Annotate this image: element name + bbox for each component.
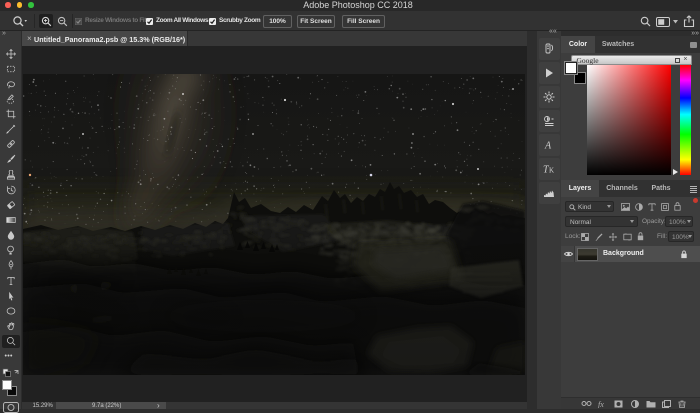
svg-text:K: K: [549, 167, 554, 175]
svg-text:A: A: [544, 141, 552, 152]
svg-text:fx: fx: [598, 400, 604, 408]
